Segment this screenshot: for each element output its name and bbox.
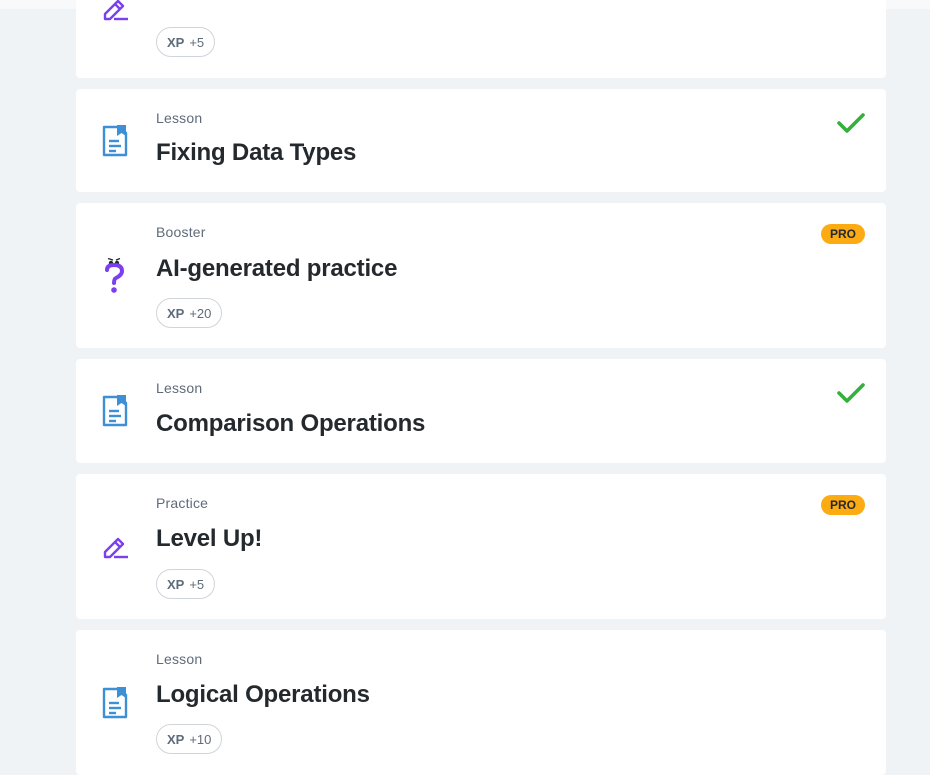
pencil-icon [100,528,130,564]
xp-label: XP [167,305,185,321]
course-item-card[interactable]: Booster AI-generated practice XP +20 PRO [76,203,886,348]
item-type-label: Lesson [156,110,203,126]
lesson-document-icon [100,123,130,159]
item-title: AI-generated practice [156,255,398,282]
item-title: Level Up! [156,525,263,552]
course-item-card[interactable]: XP +5 [76,0,886,78]
course-item-card[interactable]: Lesson Logical Operations XP +10 [76,630,886,775]
pencil-icon [100,0,130,26]
question-mark-icon [100,257,130,294]
lesson-document-icon [100,685,130,721]
xp-label: XP [167,731,185,747]
xp-reward-badge: XP +20 [156,298,223,328]
course-item-card[interactable]: Practice Level Up! XP +5 PRO [76,474,886,619]
item-type-label: Booster [156,224,206,240]
pro-badge: PRO [820,495,865,515]
completed-check-icon [837,113,865,133]
xp-value: +5 [189,34,205,50]
xp-reward-badge: XP +5 [156,569,216,599]
item-title: Logical Operations [156,681,370,708]
xp-reward-badge: XP +10 [156,724,223,754]
item-type-label: Lesson [156,651,203,667]
lesson-document-icon [100,393,130,429]
completed-check-icon [837,383,865,403]
item-title: Comparison Operations [156,410,426,437]
xp-label: XP [167,34,185,50]
course-item-card[interactable]: Lesson Comparison Operations [76,359,886,463]
item-type-label: Lesson [156,380,203,396]
item-type-label: Practice [156,495,209,511]
xp-label: XP [167,576,185,592]
course-item-card[interactable]: Lesson Fixing Data Types [76,89,886,192]
xp-value: +20 [189,305,212,321]
xp-reward-badge: XP +5 [156,27,216,57]
xp-value: +5 [189,576,205,592]
xp-value: +10 [189,731,212,747]
item-title: Fixing Data Types [156,139,357,166]
pro-badge: PRO [820,224,865,244]
